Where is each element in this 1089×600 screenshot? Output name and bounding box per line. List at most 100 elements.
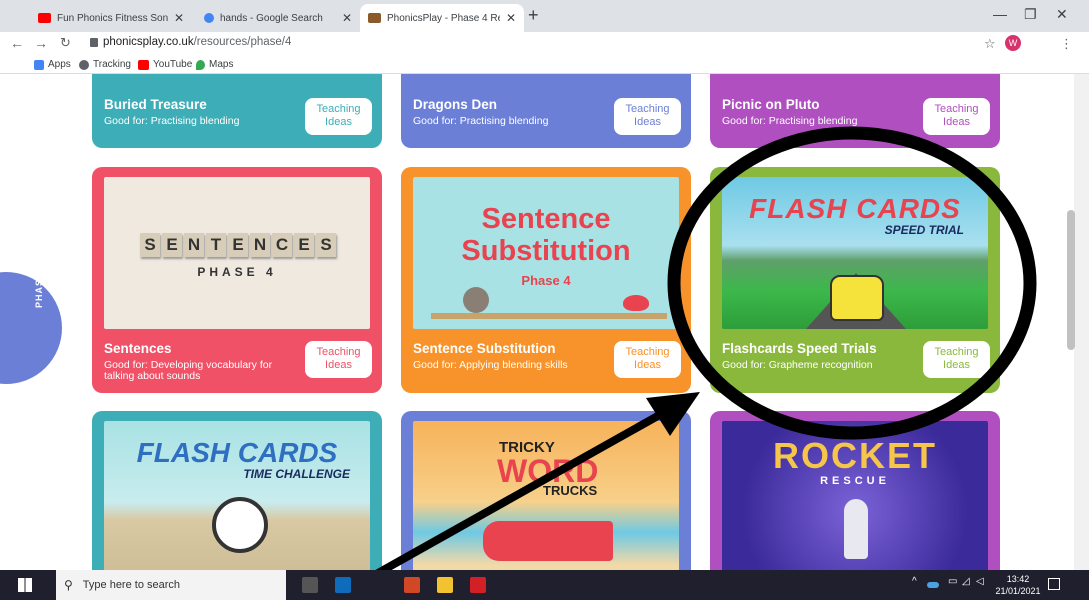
teaching-ideas-button[interactable]: Teaching Ideas bbox=[305, 341, 372, 378]
letter-tile: C bbox=[272, 233, 292, 257]
bookmark-youtube[interactable]: YouTube bbox=[138, 59, 192, 70]
teach-line: Ideas bbox=[943, 359, 970, 371]
battery-icon[interactable]: ▭ bbox=[948, 576, 957, 587]
volume-icon[interactable]: ◁ bbox=[976, 576, 984, 587]
minimize-icon[interactable]: — bbox=[993, 6, 1007, 22]
tray-chevron-icon[interactable]: ^ bbox=[912, 576, 917, 587]
card-sentences[interactable]: S E N T E N C E S PHASE 4 Sentences Good… bbox=[92, 167, 382, 393]
card-thumbnail-sentences: S E N T E N C E S PHASE 4 bbox=[104, 177, 370, 329]
search-placeholder: Type here to search bbox=[82, 579, 181, 591]
teach-line: Ideas bbox=[634, 116, 661, 128]
card-description: Good for: Developing vocabulary for talk… bbox=[104, 359, 273, 382]
letter-tile: N bbox=[184, 233, 204, 257]
letter-tile: E bbox=[228, 233, 248, 257]
teaching-ideas-button[interactable]: Teaching Ideas bbox=[923, 98, 990, 135]
letter-tile: E bbox=[294, 233, 314, 257]
card-description: Good for: Practising blending bbox=[413, 115, 549, 127]
bookmark-label: YouTube bbox=[153, 59, 193, 70]
profile-avatar[interactable]: W bbox=[1005, 35, 1021, 51]
thumb-title-line: Sentence bbox=[481, 203, 611, 235]
card-dragons-den[interactable]: Dragons Den Good for: Practising blendin… bbox=[401, 74, 691, 148]
letter-tile: S bbox=[316, 233, 336, 257]
new-tab-plus-icon[interactable]: + bbox=[528, 5, 539, 26]
thumb-subtitle: RESCUE bbox=[820, 475, 890, 487]
browser-tab-3-active[interactable]: PhonicsPlay - Phase 4 Resources ✕ bbox=[360, 4, 524, 32]
task-view-icon[interactable] bbox=[302, 577, 318, 593]
thumb-subtitle: SPEED TRIAL bbox=[884, 223, 964, 237]
tab-title: hands - Google Search bbox=[220, 12, 323, 24]
letter-tile: T bbox=[206, 233, 226, 257]
thumb-subtitle: Phase 4 bbox=[521, 273, 571, 288]
browser-tab-1[interactable]: Fun Phonics Fitness Song | Letter ✕ bbox=[30, 4, 192, 32]
reload-icon[interactable]: ↻ bbox=[60, 35, 71, 51]
back-icon[interactable]: ← bbox=[10, 35, 24, 51]
bookmark-apps[interactable]: Apps bbox=[34, 59, 71, 70]
tab-title: Fun Phonics Fitness Song | Letter bbox=[57, 12, 168, 24]
card-description: Good for: Practising blending bbox=[104, 115, 240, 127]
outlook-icon[interactable] bbox=[335, 577, 351, 593]
page-scrollbar[interactable] bbox=[1074, 74, 1089, 570]
bookmark-maps[interactable]: Maps bbox=[196, 59, 233, 70]
teaching-ideas-button[interactable]: Teaching Ideas bbox=[614, 98, 681, 135]
teaching-ideas-button[interactable]: Teaching Ideas bbox=[614, 341, 681, 378]
acrobat-icon[interactable] bbox=[470, 577, 486, 593]
youtube-icon bbox=[38, 13, 51, 23]
bookmark-star-icon[interactable]: ☆ bbox=[984, 36, 996, 52]
teach-line: Ideas bbox=[943, 116, 970, 128]
page-content: Buried Treasure Good for: Practising ble… bbox=[0, 74, 1089, 570]
powerpoint-icon[interactable] bbox=[404, 577, 420, 593]
sentences-tiles: S E N T E N C E S bbox=[140, 233, 336, 257]
menu-icon[interactable]: ⋮ bbox=[1060, 36, 1073, 52]
tab-title: PhonicsPlay - Phase 4 Resources bbox=[387, 12, 500, 24]
url-path: /resources/phase/4 bbox=[193, 36, 292, 48]
page-scrollbar-thumb[interactable] bbox=[1067, 210, 1075, 350]
google-icon bbox=[204, 13, 214, 23]
search-icon: ⚲ bbox=[64, 578, 73, 592]
card-picnic-on-pluto[interactable]: Picnic on Pluto Good for: Practising ble… bbox=[710, 74, 1000, 148]
card-flashcards-time-challenge[interactable]: FLASH CARDS TIME CHALLENGE bbox=[92, 411, 382, 570]
close-tab-icon[interactable]: ✕ bbox=[342, 11, 352, 25]
file-explorer-icon[interactable] bbox=[437, 577, 453, 593]
teach-line: Teaching bbox=[316, 346, 361, 358]
forward-icon[interactable]: → bbox=[34, 35, 48, 51]
bookmark-tracking[interactable]: Tracking bbox=[79, 59, 131, 70]
close-tab-icon[interactable]: ✕ bbox=[174, 11, 184, 25]
taskbar-clock[interactable]: 13:42 21/01/2021 bbox=[994, 573, 1042, 597]
car-shape bbox=[830, 275, 884, 321]
windows-start-icon[interactable] bbox=[18, 578, 32, 592]
bookmark-label: Maps bbox=[209, 59, 234, 70]
stopwatch-icon bbox=[212, 497, 268, 553]
letter-tile: N bbox=[250, 233, 270, 257]
teaching-ideas-button[interactable]: Teaching Ideas bbox=[923, 341, 990, 378]
card-tricky-word-trucks[interactable]: TRICKY WORD TRUCKS bbox=[401, 411, 691, 570]
restore-icon[interactable]: ❐ bbox=[1024, 6, 1037, 23]
card-description: Good for: Grapheme recognition bbox=[722, 359, 873, 371]
plank-shape bbox=[431, 313, 667, 319]
letter-tile: S bbox=[140, 233, 160, 257]
address-bar[interactable]: phonicsplay.co.uk/resources/phase/4 bbox=[103, 36, 291, 48]
card-thumbnail-rocket-rescue: ROCKET RESCUE bbox=[722, 421, 988, 570]
card-rocket-rescue[interactable]: ROCKET RESCUE bbox=[710, 411, 1000, 570]
thumb-title-line: Substitution bbox=[461, 235, 631, 267]
browser-tab-2[interactable]: hands - Google Search ✕ bbox=[196, 4, 360, 32]
card-sentence-substitution[interactable]: Sentence Substitution Phase 4 Sentence S… bbox=[401, 167, 691, 393]
taskbar-search-box[interactable]: ⚲ Type here to search bbox=[56, 570, 286, 600]
maps-pin-icon bbox=[196, 59, 205, 70]
close-tab-icon[interactable]: ✕ bbox=[506, 11, 516, 25]
teach-line: Ideas bbox=[325, 359, 352, 371]
network-icon[interactable]: ◿ bbox=[962, 576, 970, 587]
onedrive-icon[interactable] bbox=[927, 582, 939, 588]
teach-line: Teaching bbox=[625, 103, 670, 115]
card-buried-treasure[interactable]: Buried Treasure Good for: Practising ble… bbox=[92, 74, 382, 148]
card-flashcards-speed-trials[interactable]: FLASH CARDS SPEED TRIAL Flashcards Speed… bbox=[710, 167, 1000, 393]
card-description: Good for: Practising blending bbox=[722, 115, 858, 127]
letter-tile: E bbox=[162, 233, 182, 257]
notifications-icon[interactable] bbox=[1048, 578, 1060, 590]
teach-line: Teaching bbox=[934, 346, 979, 358]
youtube-icon bbox=[138, 59, 149, 70]
teaching-ideas-button[interactable]: Teaching Ideas bbox=[305, 98, 372, 135]
teach-line: Teaching bbox=[316, 103, 361, 115]
teach-line: Teaching bbox=[934, 103, 979, 115]
close-window-icon[interactable]: ✕ bbox=[1056, 6, 1068, 23]
card-title: Sentence Substitution bbox=[413, 341, 556, 356]
